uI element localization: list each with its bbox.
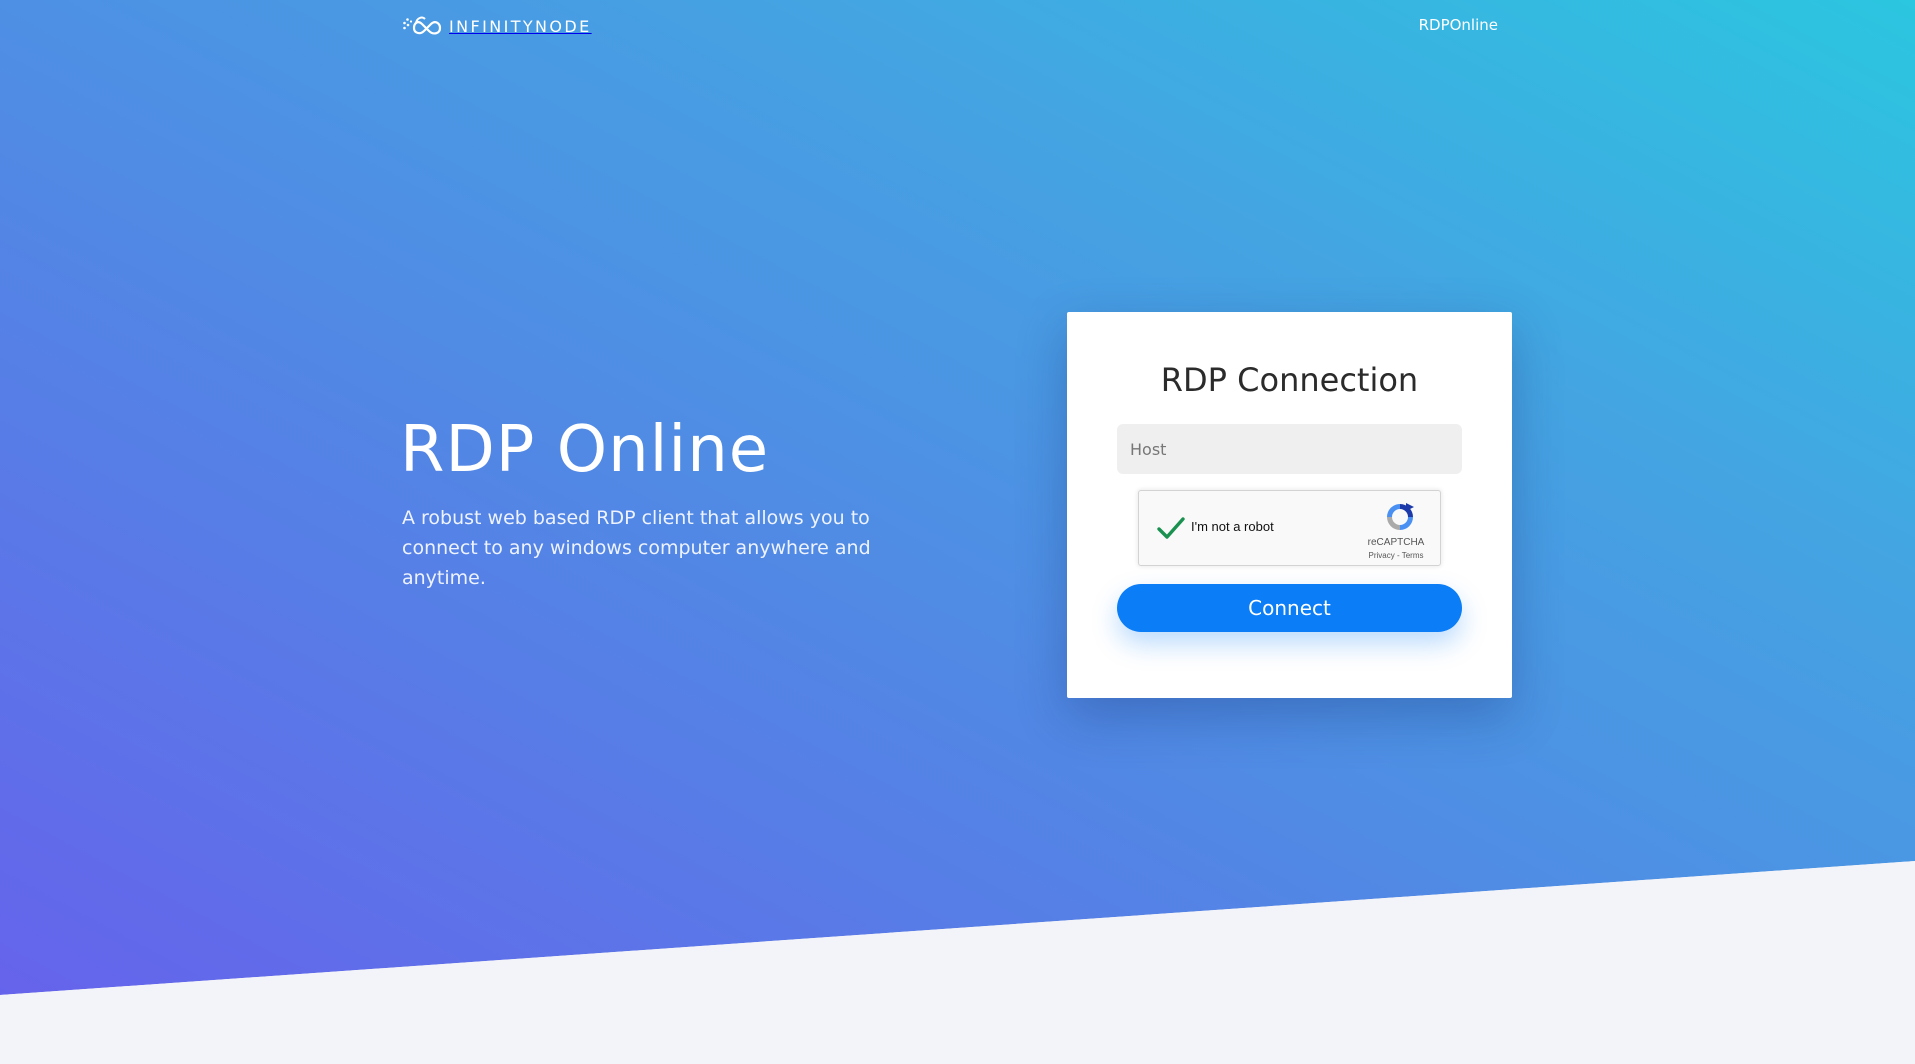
recaptcha-terms-link[interactable]: Terms	[1402, 551, 1424, 560]
recaptcha-label: I'm not a robot	[1191, 519, 1274, 534]
recaptcha-links: Privacy - Terms	[1353, 551, 1439, 560]
recaptcha-checkbox[interactable]	[1155, 513, 1187, 545]
navbar: INFINITYNODE RDPOnline	[402, 12, 1498, 42]
form-title: RDP Connection	[1160, 361, 1419, 399]
recaptcha-brand: reCAPTCHA	[1367, 537, 1425, 548]
recaptcha-separator: -	[1394, 551, 1402, 560]
infinity-cloud-logo-icon	[402, 14, 446, 40]
hero-subtitle: A robust web based RDP client that allow…	[402, 507, 871, 589]
hero-title: RDP Online	[400, 413, 770, 487]
brand-logo-link[interactable]: INFINITYNODE	[402, 12, 592, 42]
connect-button[interactable]: Connect	[1117, 584, 1462, 632]
checkmark-icon	[1157, 517, 1185, 539]
recaptcha-logo-icon	[1384, 501, 1416, 533]
nav-link-rdponline[interactable]: RDPOnline	[1419, 15, 1498, 35]
recaptcha-privacy-link[interactable]: Privacy	[1369, 551, 1395, 560]
recaptcha-widget: I'm not a robot reCAPTCHA Privacy - Term…	[1138, 490, 1441, 566]
brand-name: INFINITYNODE	[449, 17, 592, 36]
host-input[interactable]	[1117, 424, 1462, 474]
